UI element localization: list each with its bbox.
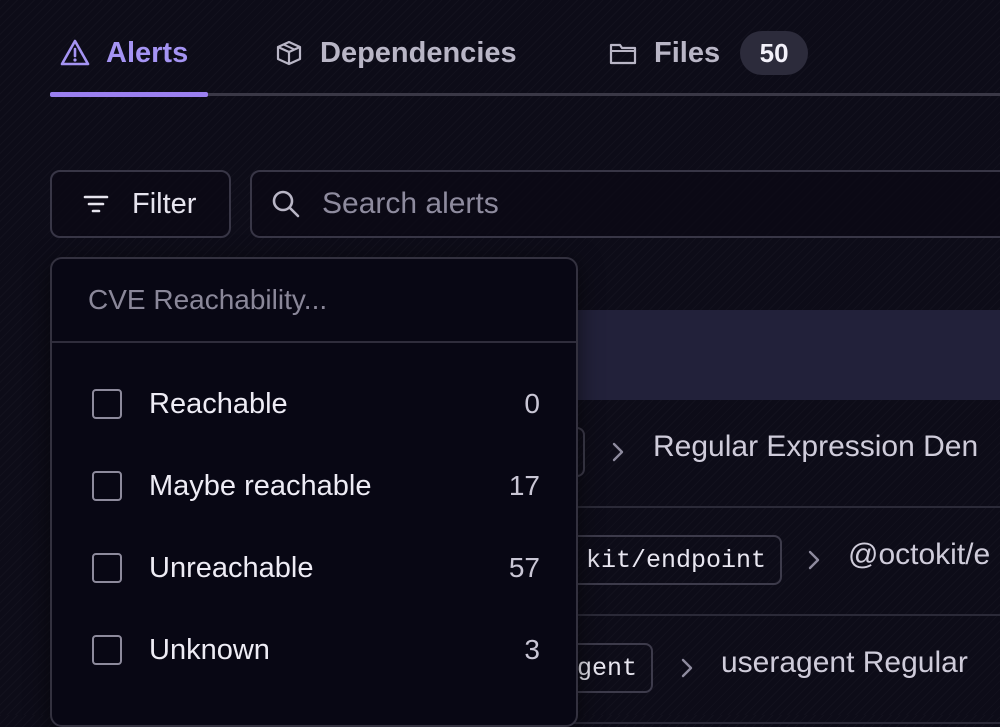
active-tab-indicator [50,92,208,97]
search-box[interactable] [250,170,1000,238]
warning-triangle-icon [58,36,92,70]
option-maybe-reachable[interactable]: Maybe reachable 17 [52,451,576,521]
tab-dependencies[interactable]: Dependencies [272,28,517,78]
tab-files[interactable]: Files 50 [606,28,809,78]
filter-button[interactable]: Filter [50,170,231,238]
folder-icon [606,36,640,70]
filter-lines-icon [82,190,110,218]
reachable-checkbox[interactable] [92,389,122,419]
unknown-checkbox[interactable] [92,635,122,665]
option-count: 0 [524,388,540,419]
option-unreachable[interactable]: Unreachable 57 [52,533,576,603]
option-label: Maybe reachable [149,469,372,502]
filter-dropdown: Reachable 0 Maybe reachable 17 Unreachab… [50,257,578,727]
option-unknown[interactable]: Unknown 3 [52,615,576,685]
option-label: Reachable [149,387,288,420]
tab-alerts[interactable]: Alerts [58,28,188,78]
tab-dependencies-label: Dependencies [320,36,517,69]
alert-title[interactable]: Regular Expression Den [653,430,978,464]
dropdown-search [52,259,576,343]
search-input[interactable] [322,187,922,221]
option-count: 17 [508,470,540,501]
alert-title[interactable]: @octokit/e [848,538,990,572]
option-label: Unreachable [149,551,314,584]
tab-alerts-label: Alerts [106,36,189,69]
tab-bar: Alerts Dependencies Files 50 [0,0,1000,98]
filter-button-label: Filter [132,187,197,220]
package-cube-icon [272,36,306,70]
option-label: Unknown [149,633,270,666]
table-row[interactable]: gent useragent Regular [540,616,1000,724]
chevron-right-icon [608,440,628,464]
search-icon [270,188,302,220]
option-count: 3 [524,634,540,665]
option-count: 57 [508,552,540,583]
maybe-reachable-checkbox[interactable] [92,471,122,501]
chevron-right-icon [677,656,697,680]
files-count-badge: 50 [740,31,809,75]
table-header [560,310,1000,400]
chevron-right-icon [804,548,824,572]
alert-title[interactable]: useragent Regular [721,646,968,680]
reachability-search-input[interactable] [88,284,528,316]
table-row[interactable]: kit/endpoint @octokit/e [540,508,1000,616]
unreachable-checkbox[interactable] [92,553,122,583]
table-row[interactable]: Regular Expression Den [540,400,1000,508]
tab-files-label: Files [654,36,721,69]
option-reachable[interactable]: Reachable 0 [52,369,576,439]
